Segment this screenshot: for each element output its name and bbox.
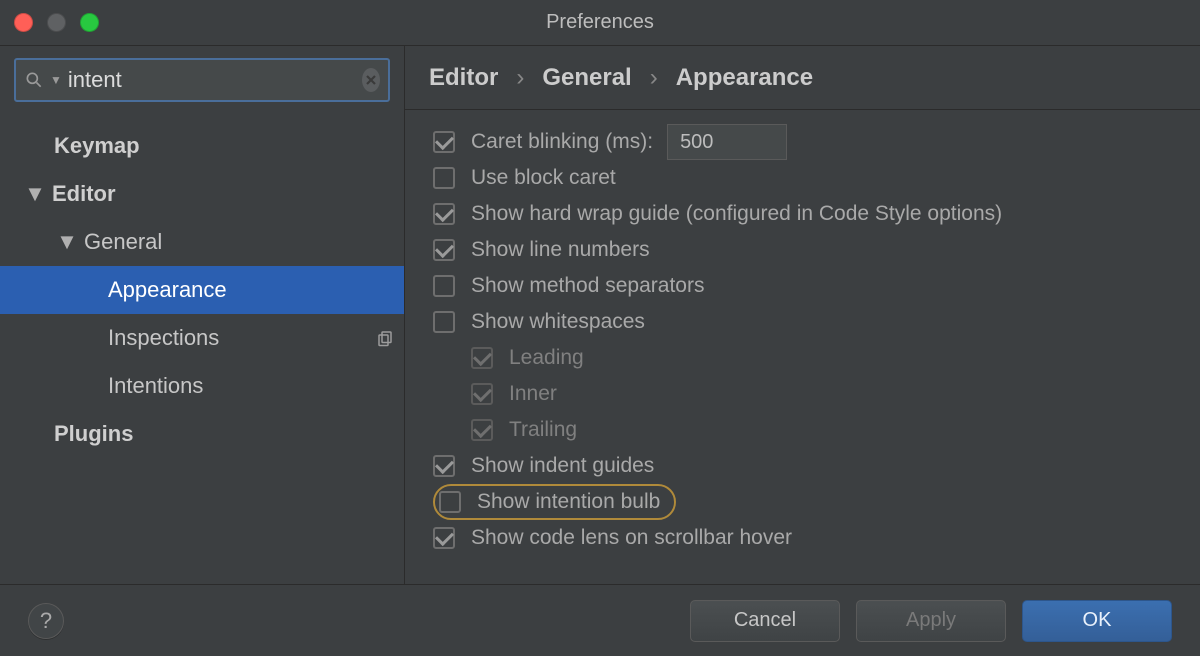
search-dropdown-icon[interactable]: ▼ xyxy=(50,73,62,87)
dialog-footer: ? Cancel Apply OK xyxy=(0,584,1200,656)
checkbox[interactable] xyxy=(433,455,455,477)
option-label: Use block caret xyxy=(471,166,616,190)
option-label: Leading xyxy=(509,346,584,370)
breadcrumb-appearance: Appearance xyxy=(676,64,813,92)
breadcrumb: Editor › General › Appearance xyxy=(405,46,1200,110)
window-title: Preferences xyxy=(0,11,1200,34)
option-row: Show line numbers xyxy=(433,232,1176,268)
clear-search-button[interactable] xyxy=(362,68,380,92)
sidebar-item-label: Appearance xyxy=(108,277,227,303)
cancel-button[interactable]: Cancel xyxy=(690,600,840,642)
search-box[interactable]: ▼ xyxy=(14,58,390,102)
checkbox[interactable] xyxy=(433,203,455,225)
checkbox[interactable] xyxy=(433,167,455,189)
sidebar-item-inspections[interactable]: Inspections xyxy=(0,314,404,362)
sidebar-item-label: General xyxy=(84,229,162,255)
chevron-down-icon: ▼ xyxy=(58,229,76,255)
sidebar-item-keymap[interactable]: Keymap xyxy=(0,122,404,170)
option-label: Trailing xyxy=(509,418,577,442)
checkbox[interactable] xyxy=(433,527,455,549)
sidebar-item-general[interactable]: ▼ General xyxy=(0,218,404,266)
sidebar-item-intentions[interactable]: Intentions xyxy=(0,362,404,410)
checkbox[interactable] xyxy=(433,311,455,333)
sidebar-item-plugins[interactable]: Plugins xyxy=(0,410,404,458)
sidebar-item-label: Editor xyxy=(52,181,116,207)
checkbox xyxy=(471,347,493,369)
sidebar-item-label: Inspections xyxy=(108,325,219,351)
caret-blink-input[interactable] xyxy=(667,124,787,160)
option-row: Show code lens on scrollbar hover xyxy=(433,520,1176,556)
close-window-button[interactable] xyxy=(14,13,33,32)
option-row: Leading xyxy=(433,340,1176,376)
option-label: Inner xyxy=(509,382,557,406)
chevron-down-icon: ▼ xyxy=(26,181,44,207)
checkbox[interactable] xyxy=(433,239,455,261)
content-pane: Editor › General › Appearance Caret blin… xyxy=(405,46,1200,584)
search-icon xyxy=(24,70,44,90)
option-label: Caret blinking (ms): xyxy=(471,130,653,154)
search-wrap: ▼ xyxy=(0,46,404,114)
sidebar-item-label: Plugins xyxy=(54,421,133,447)
option-row: Trailing xyxy=(433,412,1176,448)
profile-scheme-icon xyxy=(376,329,394,347)
checkbox[interactable] xyxy=(439,491,461,513)
main-body: ▼ Keymap ▼ Editor ▼ General Appearance Inspect… xyxy=(0,46,1200,584)
breadcrumb-general[interactable]: General xyxy=(542,64,631,92)
checkbox xyxy=(471,419,493,441)
option-label: Show indent guides xyxy=(471,454,654,478)
checkbox xyxy=(471,383,493,405)
option-row: Show whitespaces xyxy=(433,304,1176,340)
option-label: Show method separators xyxy=(471,274,704,298)
checkbox[interactable] xyxy=(433,131,455,153)
option-row: Show intention bulb xyxy=(433,484,1176,520)
ok-button[interactable]: OK xyxy=(1022,600,1172,642)
option-row: Show hard wrap guide (configured in Code… xyxy=(433,196,1176,232)
sidebar-item-appearance[interactable]: Appearance xyxy=(0,266,404,314)
checkbox[interactable] xyxy=(433,275,455,297)
breadcrumb-editor[interactable]: Editor xyxy=(429,64,498,92)
breadcrumb-sep: › xyxy=(516,64,524,92)
apply-button[interactable]: Apply xyxy=(856,600,1006,642)
breadcrumb-sep: › xyxy=(650,64,658,92)
sidebar: ▼ Keymap ▼ Editor ▼ General Appearance Inspect… xyxy=(0,46,405,584)
minimize-window-button[interactable] xyxy=(47,13,66,32)
option-row: Inner xyxy=(433,376,1176,412)
titlebar: Preferences xyxy=(0,0,1200,46)
zoom-window-button[interactable] xyxy=(80,13,99,32)
option-label: Show code lens on scrollbar hover xyxy=(471,526,792,550)
option-label: Show intention bulb xyxy=(477,490,660,514)
option-row: Caret blinking (ms): xyxy=(433,124,1176,160)
settings-tree: Keymap ▼ Editor ▼ General Appearance Inspectio… xyxy=(0,114,404,458)
option-label: Show hard wrap guide (configured in Code… xyxy=(471,202,1002,226)
option-label: Show whitespaces xyxy=(471,310,645,334)
options-panel: Caret blinking (ms): Use block caret Show … xyxy=(405,110,1200,584)
window-controls xyxy=(0,13,99,32)
sidebar-item-label: Keymap xyxy=(54,133,140,159)
search-input[interactable] xyxy=(68,67,356,93)
sidebar-item-label: Intentions xyxy=(108,373,203,399)
sidebar-item-editor[interactable]: ▼ Editor xyxy=(0,170,404,218)
option-row: Show method separators xyxy=(433,268,1176,304)
option-row: Use block caret xyxy=(433,160,1176,196)
option-label: Show line numbers xyxy=(471,238,650,262)
option-row: Show indent guides xyxy=(433,448,1176,484)
help-button[interactable]: ? xyxy=(28,603,64,639)
